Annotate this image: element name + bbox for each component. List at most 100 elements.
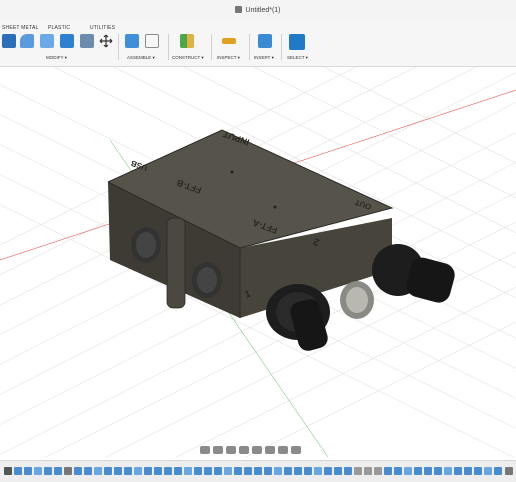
timeline-feature-icon[interactable] xyxy=(34,467,42,475)
timeline-feature-icon[interactable] xyxy=(464,467,472,475)
timeline-feature-icon[interactable] xyxy=(374,467,382,475)
orbit-icon[interactable] xyxy=(200,446,210,454)
group-label-construct[interactable]: CONSTRUCT ▾ xyxy=(172,55,204,61)
timeline-feature-icon[interactable] xyxy=(254,467,262,475)
zoom-icon[interactable] xyxy=(239,446,249,454)
tab-utilities[interactable]: UTILITIES xyxy=(90,25,115,31)
group-label-inspect[interactable]: INSPECT ▾ xyxy=(217,55,240,61)
timeline-start-icon[interactable] xyxy=(4,467,12,475)
timeline-feature-icon[interactable] xyxy=(94,467,102,475)
timeline-feature-icon[interactable] xyxy=(404,467,412,475)
timeline-feature-icon[interactable] xyxy=(454,467,462,475)
timeline-feature-icon[interactable] xyxy=(334,467,342,475)
timeline-feature-icon[interactable] xyxy=(234,467,242,475)
fillet-icon[interactable] xyxy=(20,34,34,48)
pan-icon[interactable] xyxy=(226,446,236,454)
grid-settings-icon[interactable] xyxy=(278,446,288,454)
display-settings-icon[interactable] xyxy=(265,446,275,454)
timeline-feature-icon[interactable] xyxy=(174,467,182,475)
title-bar: Untitled*(1) xyxy=(0,0,516,23)
separator xyxy=(249,34,250,60)
timeline-feature-icon[interactable] xyxy=(164,467,172,475)
timeline-feature-icon[interactable] xyxy=(344,467,352,475)
timeline-feature-icon[interactable] xyxy=(324,467,332,475)
joint-icon[interactable] xyxy=(145,34,159,48)
navigation-bar xyxy=(200,444,301,456)
jack-left-2-inner xyxy=(197,267,217,293)
ribbon-toolbar: SHEET METAL PLASTIC UTILITIES MODIFY ▾ A… xyxy=(0,22,516,67)
timeline-feature-icon[interactable] xyxy=(194,467,202,475)
timeline-feature-icon[interactable] xyxy=(424,467,432,475)
timeline-feature-icon[interactable] xyxy=(214,467,222,475)
timeline-feature-icon[interactable] xyxy=(314,467,322,475)
screw-hole xyxy=(273,205,277,209)
measure-icon[interactable] xyxy=(222,38,236,44)
combine-icon[interactable] xyxy=(60,34,74,48)
fit-icon[interactable] xyxy=(252,446,262,454)
press-pull-icon[interactable] xyxy=(2,34,16,48)
screw-hole xyxy=(230,170,234,174)
new-component-icon[interactable] xyxy=(125,34,139,48)
document-cube-icon xyxy=(235,6,243,13)
tab-sheet-metal[interactable]: SHEET METAL xyxy=(2,25,38,31)
group-label-select[interactable]: SELECT ▾ xyxy=(287,55,308,61)
timeline-feature-icon[interactable] xyxy=(144,467,152,475)
timeline-feature-icon[interactable] xyxy=(224,467,232,475)
timeline-feature-icon[interactable] xyxy=(294,467,302,475)
viewport-canvas[interactable]: INPUT USB OUT FFT-B FFT-A 2 1 xyxy=(0,67,516,457)
timeline-feature-icon[interactable] xyxy=(264,467,272,475)
timeline-feature-icon[interactable] xyxy=(24,467,32,475)
timeline-feature-icon[interactable] xyxy=(444,467,452,475)
group-label-insert[interactable]: INSERT ▾ xyxy=(254,55,274,61)
group-label-assemble[interactable]: ASSEMBLE ▾ xyxy=(127,55,155,61)
separator xyxy=(281,34,282,60)
timeline-feature-icon[interactable] xyxy=(184,467,192,475)
timeline-feature-icon[interactable] xyxy=(474,467,482,475)
timeline-feature-icon[interactable] xyxy=(364,467,372,475)
side-rib xyxy=(166,217,186,309)
xlr-connector-inner xyxy=(346,287,368,313)
insert-image-icon[interactable] xyxy=(258,34,272,48)
timeline-settings-icon[interactable] xyxy=(505,467,513,475)
timeline-feature-icon[interactable] xyxy=(134,467,142,475)
group-label-modify[interactable]: MODIFY ▾ xyxy=(46,55,67,61)
enclosure-model[interactable]: INPUT USB OUT FFT-B FFT-A 2 1 xyxy=(107,129,457,353)
select-cursor-icon[interactable] xyxy=(289,34,305,50)
look-at-icon[interactable] xyxy=(213,446,223,454)
separator xyxy=(211,34,212,60)
separator xyxy=(118,34,119,60)
timeline-feature-icon[interactable] xyxy=(124,467,132,475)
timeline-feature-icon[interactable] xyxy=(354,467,362,475)
shell-icon[interactable] xyxy=(40,34,54,48)
timeline-feature-icon[interactable] xyxy=(204,467,212,475)
3d-viewport[interactable]: INPUT USB OUT FFT-B FFT-A 2 1 xyxy=(0,67,516,457)
move-icon[interactable] xyxy=(99,34,113,48)
timeline-feature-icon[interactable] xyxy=(74,467,82,475)
offset-plane-icon[interactable] xyxy=(180,34,194,48)
timeline-feature-icon[interactable] xyxy=(274,467,282,475)
timeline-feature-icon[interactable] xyxy=(434,467,442,475)
timeline-feature-icon[interactable] xyxy=(394,467,402,475)
timeline-feature-icon[interactable] xyxy=(304,467,312,475)
timeline-feature-icon[interactable] xyxy=(494,467,502,475)
timeline-feature-icon[interactable] xyxy=(44,467,52,475)
timeline-feature-icon[interactable] xyxy=(154,467,162,475)
timeline-feature-icon[interactable] xyxy=(244,467,252,475)
timeline-feature-icon[interactable] xyxy=(84,467,92,475)
timeline xyxy=(0,460,516,482)
timeline-feature-icon[interactable] xyxy=(114,467,122,475)
align-icon[interactable] xyxy=(80,34,94,48)
timeline-feature-icon[interactable] xyxy=(54,467,62,475)
timeline-feature-icon[interactable] xyxy=(104,467,112,475)
viewports-icon[interactable] xyxy=(291,446,301,454)
timeline-feature-icon[interactable] xyxy=(284,467,292,475)
timeline-feature-icon[interactable] xyxy=(384,467,392,475)
separator xyxy=(168,34,169,60)
timeline-feature-icon[interactable] xyxy=(414,467,422,475)
timeline-feature-icon[interactable] xyxy=(484,467,492,475)
tab-plastic[interactable]: PLASTIC xyxy=(48,25,70,31)
jack-left-1-inner xyxy=(136,232,156,258)
document-title-text: Untitled*(1) xyxy=(245,7,281,14)
timeline-feature-icon[interactable] xyxy=(64,467,72,475)
timeline-feature-icon[interactable] xyxy=(14,467,22,475)
